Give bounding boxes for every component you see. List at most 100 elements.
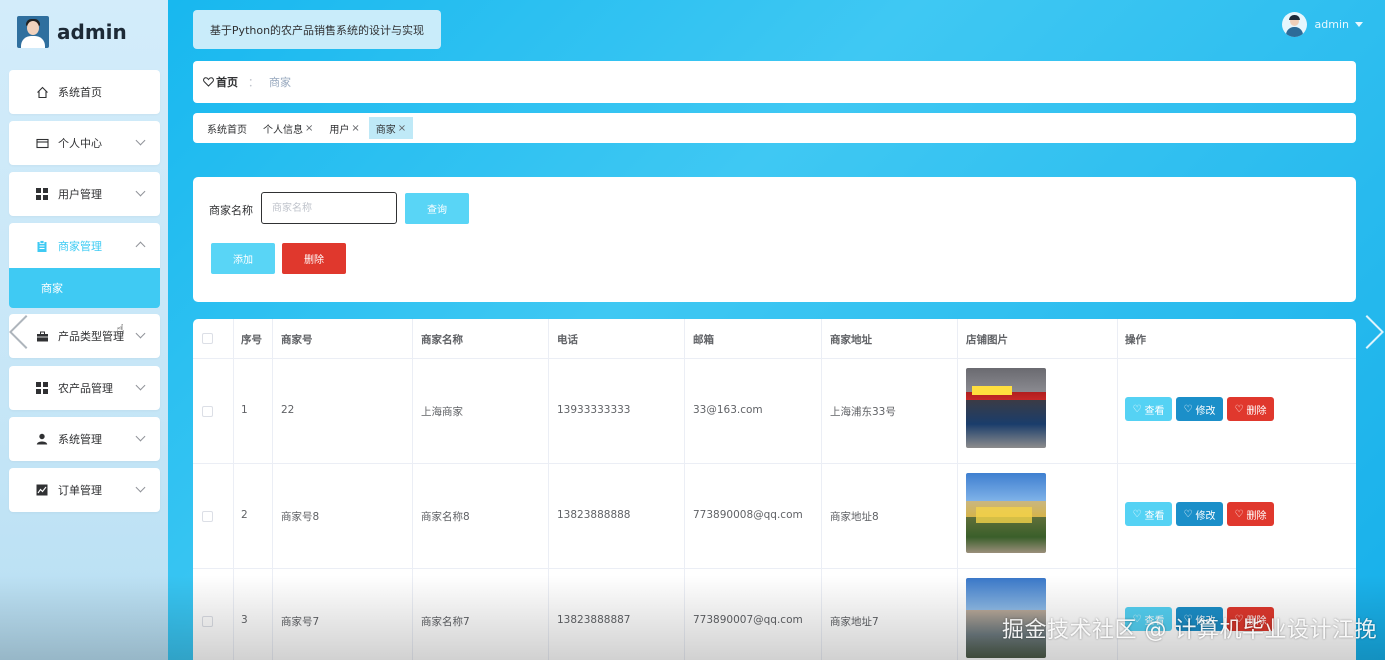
chevron-down-icon: [135, 482, 146, 493]
sidebar-item-orders[interactable]: 订单管理: [9, 468, 160, 512]
column-header: 序号: [241, 334, 262, 346]
shop-image[interactable]: [966, 473, 1046, 553]
cell-address: 上海浦东33号: [830, 406, 896, 418]
cell-phone: 13823888888: [557, 509, 631, 521]
table-row: 2 商家号8 商家名称8 13823888888 773890008@qq.co…: [193, 464, 1356, 569]
caret-down-icon: [1355, 22, 1363, 27]
person-icon: [35, 432, 49, 446]
cell-phone: 13933333333: [557, 404, 631, 416]
query-button[interactable]: 查询: [405, 193, 469, 224]
chevron-up-icon: [135, 241, 146, 252]
breadcrumb: 首页 ： 商家: [193, 61, 1356, 103]
heart-icon: [203, 77, 214, 87]
sidebar-item-label: 系统首页: [58, 86, 102, 99]
view-button[interactable]: ♡ 查看: [1125, 397, 1172, 421]
tag-user[interactable]: 用户 ×: [322, 117, 366, 139]
tag-label: 商家: [375, 124, 396, 136]
chevron-down-icon: [135, 380, 146, 391]
brand-avatar: [17, 16, 49, 48]
cell-index: 2: [241, 509, 248, 521]
sidebar-item-home[interactable]: 系统首页: [9, 70, 160, 114]
cell-address: 商家地址8: [830, 511, 879, 523]
grid-icon: [35, 187, 49, 201]
column-header: 电话: [557, 334, 578, 346]
sidebar-item-merchants[interactable]: 商家管理: [9, 223, 160, 269]
sidebar-item-label: 农产品管理: [58, 382, 113, 395]
user-menu[interactable]: admin: [1281, 12, 1363, 37]
edit-button[interactable]: ♡ 修改: [1176, 502, 1223, 526]
row-checkbox[interactable]: [202, 616, 213, 627]
breadcrumb-home[interactable]: 首页: [203, 74, 238, 90]
brand-title: admin: [57, 20, 127, 44]
merchant-name-input[interactable]: [261, 192, 397, 224]
cell-name: 商家名称8: [421, 511, 470, 523]
edit-button[interactable]: ♡ 修改: [1176, 397, 1223, 421]
edit-label: 修改: [1195, 510, 1216, 522]
view-label: 查看: [1144, 510, 1165, 522]
sidebar-item-label: 产品类型管理: [58, 330, 124, 343]
column-header: 操作: [1125, 334, 1146, 346]
sidebar-item-users[interactable]: 用户管理: [9, 172, 160, 216]
cell-index: 1: [241, 404, 248, 416]
cell-name: 商家名称7: [421, 616, 470, 628]
sidebar-item-produce[interactable]: 农产品管理: [9, 366, 160, 410]
tag-label: 用户: [329, 124, 350, 136]
sidebar-item-personal[interactable]: 个人中心: [9, 121, 160, 165]
cell-index: 3: [241, 614, 248, 626]
shop-image[interactable]: [966, 368, 1046, 448]
breadcrumb-current: 商家: [269, 76, 291, 89]
heart-icon: ♡: [1234, 403, 1244, 415]
row-checkbox[interactable]: [202, 406, 213, 417]
delete-label: 删除: [1246, 405, 1267, 417]
cell-phone: 13823888887: [557, 614, 631, 626]
cell-merchant-no: 商家号7: [281, 616, 320, 628]
view-label: 查看: [1144, 405, 1165, 417]
cell-name: 上海商家: [421, 406, 463, 418]
sidebar-item-label: 订单管理: [58, 484, 102, 497]
brand: admin: [17, 16, 127, 48]
heart-icon: ♡: [1132, 508, 1142, 520]
home-icon: [35, 85, 49, 99]
close-icon[interactable]: ×: [305, 123, 313, 134]
chevron-down-icon: [135, 431, 146, 442]
chevron-down-icon: [135, 186, 146, 197]
cell-address: 商家地址7: [830, 616, 879, 628]
system-title: 基于Python的农产品销售系统的设计与实现: [193, 10, 441, 49]
sidebar-subitem-merchant[interactable]: 商家: [9, 268, 160, 308]
breadcrumb-home-label: 首页: [216, 76, 238, 89]
tags-view: 系统首页 个人信息 × 用户 × 商家 ×: [193, 113, 1356, 143]
heart-icon: ♡: [1183, 403, 1193, 415]
column-header: 邮箱: [693, 334, 714, 346]
user-name: admin: [1314, 18, 1349, 31]
search-panel: 商家名称 查询 添加 删除: [193, 177, 1356, 302]
sidebar-item-label: 用户管理: [58, 188, 102, 201]
add-button[interactable]: 添加: [211, 243, 275, 274]
cell-merchant-no: 商家号8: [281, 511, 320, 523]
tag-personal-info[interactable]: 个人信息 ×: [256, 117, 320, 139]
select-all-checkbox[interactable]: [202, 333, 213, 344]
sidebar-item-system[interactable]: 系统管理: [9, 417, 160, 461]
watermark: 掘金技术社区 @ 计算机毕业设计江挽: [1002, 618, 1377, 643]
tag-label: 系统首页: [207, 124, 247, 136]
sidebar-item-label: 商家管理: [58, 240, 102, 253]
delete-button[interactable]: ♡ 删除: [1227, 502, 1274, 526]
batch-delete-button[interactable]: 删除: [282, 243, 346, 274]
delete-button[interactable]: ♡ 删除: [1227, 397, 1274, 421]
row-checkbox[interactable]: [202, 511, 213, 522]
sidebar-subitem-label: 商家: [41, 282, 63, 295]
close-icon[interactable]: ×: [351, 123, 359, 134]
hand-cursor-icon: ☝: [116, 322, 125, 338]
cell-email: 33@163.com: [693, 404, 763, 416]
tag-home[interactable]: 系统首页: [200, 117, 254, 139]
view-button[interactable]: ♡ 查看: [1125, 502, 1172, 526]
chart-icon: [35, 483, 49, 497]
card-icon: [35, 136, 49, 150]
cell-email: 773890007@qq.com: [693, 614, 803, 626]
tag-merchant[interactable]: 商家 ×: [368, 117, 414, 139]
table-header: 序号 商家号 商家名称 电话 邮箱 商家地址 店铺图片 操作: [193, 319, 1356, 359]
system-title-text: 基于Python的农产品销售系统的设计与实现: [209, 23, 425, 37]
close-icon[interactable]: ×: [398, 123, 406, 134]
edit-label: 修改: [1195, 405, 1216, 417]
column-header: 店铺图片: [966, 334, 1008, 346]
clipboard-icon: [35, 239, 49, 253]
